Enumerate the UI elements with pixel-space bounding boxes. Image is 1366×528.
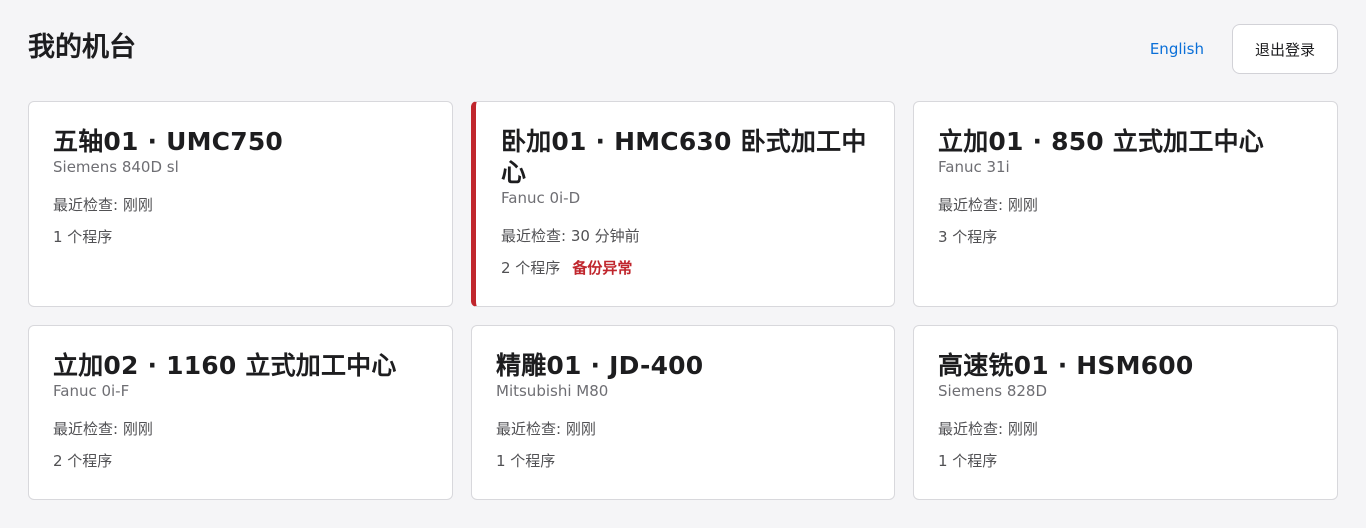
last-check-text: 最近检查: 刚刚 [938, 196, 1038, 214]
program-row: 1 个程序 [53, 227, 428, 247]
machine-card[interactable]: 五轴01 · UMC750 Siemens 840D sl 最近检查: 刚刚 1… [28, 101, 453, 307]
backup-warning-badge: 备份异常 [572, 259, 633, 277]
last-check-text: 最近检查: 刚刚 [938, 420, 1038, 438]
machine-title: 高速铣01 · HSM600 [938, 351, 1194, 380]
machine-controller: Fanuc 0i-D [501, 189, 581, 207]
program-row: 2 个程序 [53, 451, 428, 471]
machine-title: 精雕01 · JD-400 [496, 351, 704, 380]
machine-card[interactable]: 立加02 · 1160 立式加工中心 Fanuc 0i-F 最近检查: 刚刚 2… [28, 325, 453, 500]
machine-title: 立加01 · 850 立式加工中心 [938, 127, 1264, 156]
language-switch-link[interactable]: English [1150, 40, 1204, 58]
machine-controller: Fanuc 0i-F [53, 382, 130, 400]
machine-title: 立加02 · 1160 立式加工中心 [53, 351, 397, 380]
machine-controller: Fanuc 31i [938, 158, 1010, 176]
machine-controller: Siemens 828D [938, 382, 1048, 400]
program-row: 1 个程序 [938, 451, 1313, 471]
machine-card[interactable]: 精雕01 · JD-400 Mitsubishi M80 最近检查: 刚刚 1 … [471, 325, 895, 500]
header-actions: English 退出登录 [1150, 24, 1338, 74]
last-check-text: 最近检查: 刚刚 [496, 420, 596, 438]
program-count: 2 个程序 [501, 259, 561, 277]
machine-title: 卧加01 · HMC630 卧式加工中心 [501, 127, 867, 187]
program-row: 1 个程序 [496, 451, 870, 471]
machine-card[interactable]: 立加01 · 850 立式加工中心 Fanuc 31i 最近检查: 刚刚 3 个… [913, 101, 1338, 307]
machine-controller: Siemens 840D sl [53, 158, 179, 176]
machine-title: 五轴01 · UMC750 [53, 127, 284, 156]
program-count: 1 个程序 [938, 452, 998, 470]
program-count: 3 个程序 [938, 228, 998, 246]
last-check-text: 最近检查: 刚刚 [53, 420, 153, 438]
page-header: 我的机台 English 退出登录 [28, 24, 1338, 74]
machine-controller: Mitsubishi M80 [496, 382, 609, 400]
last-check-text: 最近检查: 30 分钟前 [501, 227, 640, 245]
program-row: 3 个程序 [938, 227, 1313, 247]
last-check-text: 最近检查: 刚刚 [53, 196, 153, 214]
program-count: 2 个程序 [53, 452, 113, 470]
page-title: 我的机台 [28, 31, 136, 63]
logout-button[interactable]: 退出登录 [1232, 24, 1338, 74]
machine-card[interactable]: 高速铣01 · HSM600 Siemens 828D 最近检查: 刚刚 1 个… [913, 325, 1338, 500]
machine-card-alert[interactable]: 卧加01 · HMC630 卧式加工中心 Fanuc 0i-D 最近检查: 30… [471, 101, 895, 307]
program-count: 1 个程序 [496, 452, 556, 470]
program-count: 1 个程序 [53, 228, 113, 246]
machine-grid: 五轴01 · UMC750 Siemens 840D sl 最近检查: 刚刚 1… [28, 101, 1338, 500]
program-row: 2 个程序 备份异常 [501, 258, 870, 278]
